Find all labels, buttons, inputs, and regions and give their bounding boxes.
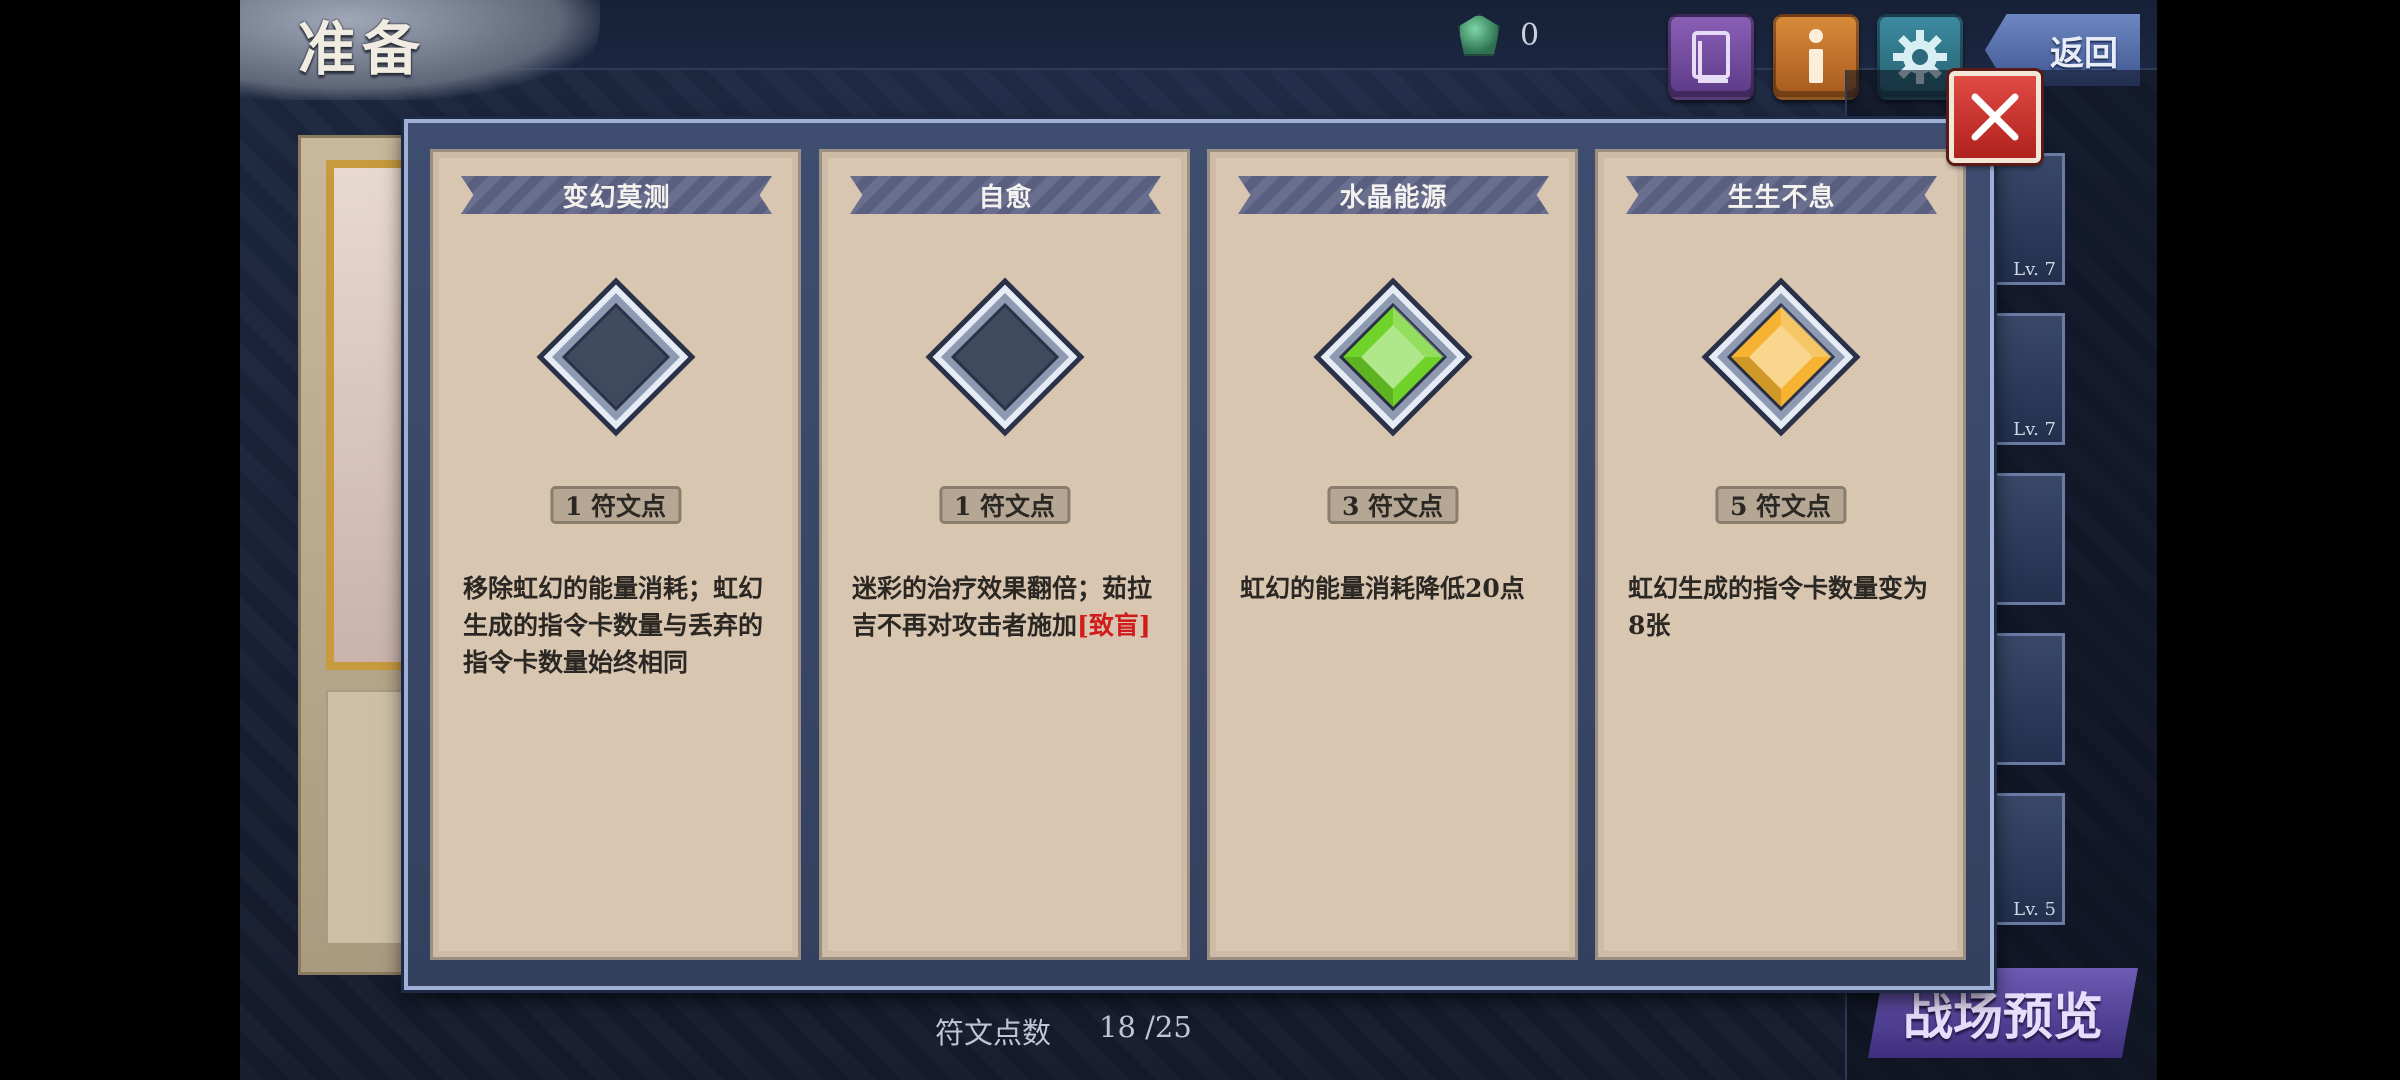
rune-description: 虹幻的能量消耗降低20点 bbox=[1240, 570, 1540, 607]
card-level: Lv. 7 bbox=[2013, 259, 2056, 280]
page-title: 准备 bbox=[298, 15, 427, 83]
currency-display: 0 bbox=[1458, 14, 1539, 56]
codex-button[interactable] bbox=[1668, 14, 1754, 100]
close-icon bbox=[1971, 93, 2019, 141]
card-level: Lv. 5 bbox=[2013, 899, 2056, 920]
rune-cost: 5 符文点 bbox=[1729, 492, 1832, 521]
rune-title: 变幻莫测 bbox=[562, 182, 671, 213]
game-screen: 准备 0 返回 Lv. 7 Lv. 7 Lv. 5 符文点数 18 /25 战场… bbox=[0, 0, 2400, 1080]
rune-title: 生生不息 bbox=[1727, 182, 1836, 213]
rune-description-text: 虹幻的能量消耗降低20点 bbox=[1240, 574, 1525, 603]
rune-description: 移除虹幻的能量消耗；虹幻生成的指令卡数量与丢弃的指令卡数量始终相同 bbox=[463, 570, 763, 681]
side-card[interactable] bbox=[1995, 633, 2065, 765]
rune-card[interactable]: 变幻莫测 1 符文点 移除虹幻的能量消耗；虹幻生成的指令卡数量与丢弃的指令卡数量… bbox=[430, 149, 801, 960]
rune-cost-badge: 1 符文点 bbox=[549, 486, 682, 524]
rune-description: 迷彩的治疗效果翻倍；茹拉吉不再对攻击者施加[致盲] bbox=[852, 570, 1152, 644]
rune-description-text: 虹幻生成的指令卡数量变为8张 bbox=[1628, 574, 1929, 640]
rune-title: 水晶能源 bbox=[1339, 182, 1448, 213]
rune-gem-icon bbox=[1701, 277, 1861, 437]
book-icon bbox=[1692, 31, 1730, 83]
rune-description: 虹幻生成的指令卡数量变为8张 bbox=[1628, 570, 1928, 644]
rune-cost: 1 符文点 bbox=[564, 492, 667, 521]
close-button[interactable] bbox=[1949, 71, 2041, 163]
rune-card[interactable]: 自愈 1 符文点 迷彩的治疗效果翻倍；茹拉吉不再对攻击者施加[致盲] bbox=[819, 149, 1190, 960]
side-card[interactable] bbox=[1995, 473, 2065, 605]
rune-cost: 3 符文点 bbox=[1341, 492, 1444, 521]
rune-slot-icon bbox=[925, 277, 1085, 437]
rune-title-ribbon: 生生不息 bbox=[1626, 176, 1937, 214]
side-card[interactable]: Lv. 7 bbox=[1995, 153, 2065, 285]
rune-title-ribbon: 水晶能源 bbox=[1238, 176, 1549, 214]
currency-value: 0 bbox=[1520, 17, 1540, 53]
rune-title-ribbon: 变幻莫测 bbox=[461, 176, 772, 214]
rune-title: 自愈 bbox=[978, 182, 1033, 213]
side-card[interactable]: Lv. 5 bbox=[1995, 793, 2065, 925]
rune-counter: 符文点数 18 /25 bbox=[935, 1010, 1192, 1052]
rune-card[interactable]: 生生不息 5 符文点 虹幻生成的指令卡数量变为8张 bbox=[1595, 149, 1966, 960]
rune-cost: 1 符文点 bbox=[953, 492, 1056, 521]
back-label: 返回 bbox=[2050, 33, 2118, 74]
info-icon bbox=[1809, 29, 1823, 83]
gem-icon bbox=[1458, 14, 1500, 56]
rune-keyword: [致盲] bbox=[1077, 611, 1151, 640]
rune-cost-badge: 5 符文点 bbox=[1714, 486, 1847, 524]
card-level: Lv. 7 bbox=[2013, 419, 2056, 440]
rune-counter-label: 符文点数 bbox=[935, 1016, 1052, 1050]
rune-gem-icon bbox=[1313, 277, 1473, 437]
rune-cost-badge: 3 符文点 bbox=[1326, 486, 1459, 524]
rune-card[interactable]: 水晶能源 3 符文点 虹幻的能量消耗降低20点 bbox=[1207, 149, 1578, 960]
side-card[interactable]: Lv. 7 bbox=[1995, 313, 2065, 445]
rune-title-ribbon: 自愈 bbox=[850, 176, 1161, 214]
rune-slot-icon bbox=[536, 277, 696, 437]
rune-counter-value: 18 /25 bbox=[1099, 1010, 1192, 1044]
rune-cost-badge: 1 符文点 bbox=[938, 486, 1071, 524]
rune-description-text: 移除虹幻的能量消耗；虹幻生成的指令卡数量与丢弃的指令卡数量始终相同 bbox=[463, 574, 764, 677]
